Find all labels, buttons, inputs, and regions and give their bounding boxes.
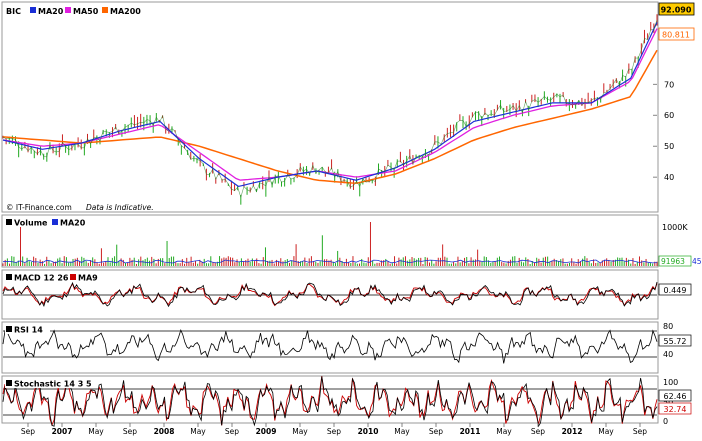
- macd-ma9-legend-label: MA9: [78, 274, 98, 283]
- x-tick-label: Sep: [531, 427, 545, 436]
- x-tick-label: Sep: [225, 427, 239, 436]
- axis-labels: Sep 2007 May Sep 2008 May Sep 2009 May Sep 2010 May…: [21, 423, 647, 436]
- volume-legend-label: Volume: [14, 219, 48, 228]
- macd-legend-swatch: [6, 274, 12, 280]
- x-tick-label: 2007: [52, 427, 73, 436]
- macd-ma9-legend-swatch: [70, 274, 76, 280]
- x-tick-label: Sep: [21, 427, 35, 436]
- price-tick-label: 50: [664, 142, 674, 151]
- x-tick-label: 2011: [460, 427, 481, 436]
- price-legend: BIC MA20 MA50 MA200: [5, 5, 160, 16]
- rsi-panel-frame: [1, 321, 659, 374]
- chart-root: 40 50 60 70 Sep 2007 May Sep 2008 May Sep 2009 May S…: [0, 0, 702, 437]
- x-tick-label: Sep: [633, 427, 647, 436]
- volume-legend-swatch: [6, 219, 12, 225]
- legend-label-ma50: MA50: [73, 7, 99, 16]
- legend-label-bic: BIC: [6, 7, 21, 16]
- stoch-tick-100: 100: [663, 378, 678, 387]
- volume-ma-value-label: 45: [692, 257, 702, 266]
- legend-label-ma200: MA200: [110, 7, 141, 16]
- rsi-legend-swatch: [6, 326, 12, 332]
- legend-swatch-ma50: [65, 7, 71, 13]
- macd-legend-label: MACD 12 26: [14, 274, 69, 283]
- x-tick-label: 2008: [154, 427, 175, 436]
- volume-ma-legend-label: MA20: [60, 219, 86, 228]
- price-tick-label: 40: [664, 173, 674, 182]
- x-tick-label: Sep: [327, 427, 341, 436]
- x-tick-label: May: [190, 427, 206, 436]
- x-tick-label: 2012: [562, 427, 583, 436]
- x-tick-label: May: [88, 427, 104, 436]
- volume-tick-label: 1000K: [662, 223, 688, 232]
- x-tick-label: May: [496, 427, 512, 436]
- credit-text: © IT-Finance.com: [6, 203, 72, 212]
- legend-label-ma20: MA20: [38, 7, 64, 16]
- rsi-tick-40: 40: [663, 350, 673, 359]
- price-tick-label: 70: [664, 80, 674, 89]
- stoch-value-label-1: 62.46: [664, 392, 687, 401]
- macd-panel-frame: [1, 269, 659, 320]
- x-tick-label: May: [394, 427, 410, 436]
- x-tick-label: Sep: [123, 427, 137, 436]
- price-value-label: 92.090: [661, 6, 692, 15]
- stochastic-panel-frame: [1, 375, 659, 424]
- volume-ma-legend-swatch: [52, 219, 58, 225]
- stoch-tick-0: 0: [663, 417, 668, 426]
- legend-swatch-ma20: [30, 7, 36, 13]
- x-tick-label: May: [598, 427, 614, 436]
- price-tick-label: 60: [664, 111, 674, 120]
- volume-value-label: 91963: [661, 257, 685, 266]
- volume-panel-frame: [1, 214, 659, 268]
- price-panel-frame: [1, 1, 659, 213]
- stoch-value-label-2: 32.74: [664, 405, 687, 414]
- x-tick-label: 2009: [256, 427, 277, 436]
- disclaimer-text: Data is Indicative.: [86, 203, 154, 212]
- rsi-value-label: 55.72: [664, 337, 687, 346]
- macd-value-label: 0.449: [664, 286, 687, 295]
- stoch-legend-swatch: [6, 380, 12, 386]
- x-tick-label: Sep: [429, 427, 443, 436]
- ma200-value-label: 80.811: [662, 31, 690, 40]
- x-tick-label: May: [292, 427, 308, 436]
- rsi-legend-label: RSI 14: [14, 326, 43, 335]
- rsi-tick-80: 80: [663, 322, 673, 331]
- legend-swatch-ma200: [102, 7, 108, 13]
- chart-svg: 40506070 Sep 2007 May Sep 2008 May Sep 2009 May S…: [1, 1, 702, 436]
- x-tick-label: 2010: [358, 427, 379, 436]
- stoch-legend-label: Stochastic 14 3 5: [14, 380, 92, 389]
